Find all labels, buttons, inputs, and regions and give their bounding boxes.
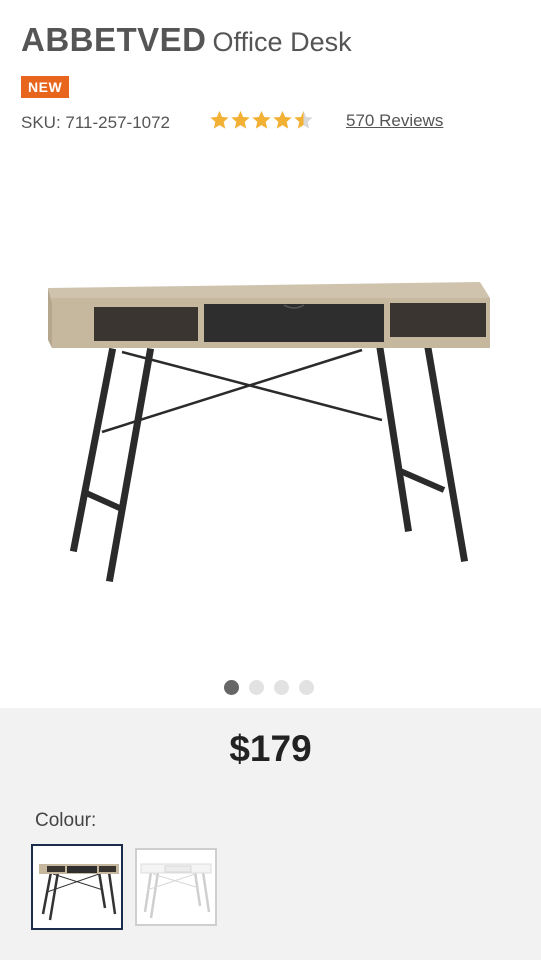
- new-badge: NEW: [21, 76, 70, 98]
- product-brand: ABBETVED: [21, 21, 207, 58]
- colour-swatch-oak-black[interactable]: [31, 844, 123, 930]
- star-icon: [252, 110, 271, 129]
- carousel-dots[interactable]: [224, 680, 314, 695]
- sku-text: SKU: 711-257-1072: [21, 113, 171, 132]
- star-icon: [273, 110, 292, 129]
- rating-stars[interactable]: [209, 109, 314, 135]
- product-title: ABBETVED Office Desk: [21, 20, 352, 62]
- price: $179: [229, 728, 312, 769]
- carousel-dot-3[interactable]: [274, 680, 289, 695]
- desk-thumbnail-dark: [39, 864, 119, 921]
- star-icon: [210, 110, 229, 129]
- half-star-icon: [294, 110, 313, 129]
- product-header-area: ABBETVED Office Desk NEW SKU: 711-257-107…: [0, 0, 541, 708]
- reviews-link[interactable]: 570 Reviews: [346, 110, 443, 132]
- product-subtitle: Office Desk: [212, 27, 352, 57]
- colour-label: Colour:: [35, 810, 97, 831]
- carousel-dot-1[interactable]: [224, 680, 239, 695]
- purchase-panel: $179 Colour:: [0, 708, 541, 960]
- desk-thumbnail-white: [140, 863, 212, 919]
- carousel-dot-2[interactable]: [249, 680, 264, 695]
- star-icon: [231, 110, 250, 129]
- colour-swatch-white[interactable]: [135, 848, 217, 926]
- desk-product-image[interactable]: [40, 270, 500, 590]
- carousel-dot-4[interactable]: [299, 680, 314, 695]
